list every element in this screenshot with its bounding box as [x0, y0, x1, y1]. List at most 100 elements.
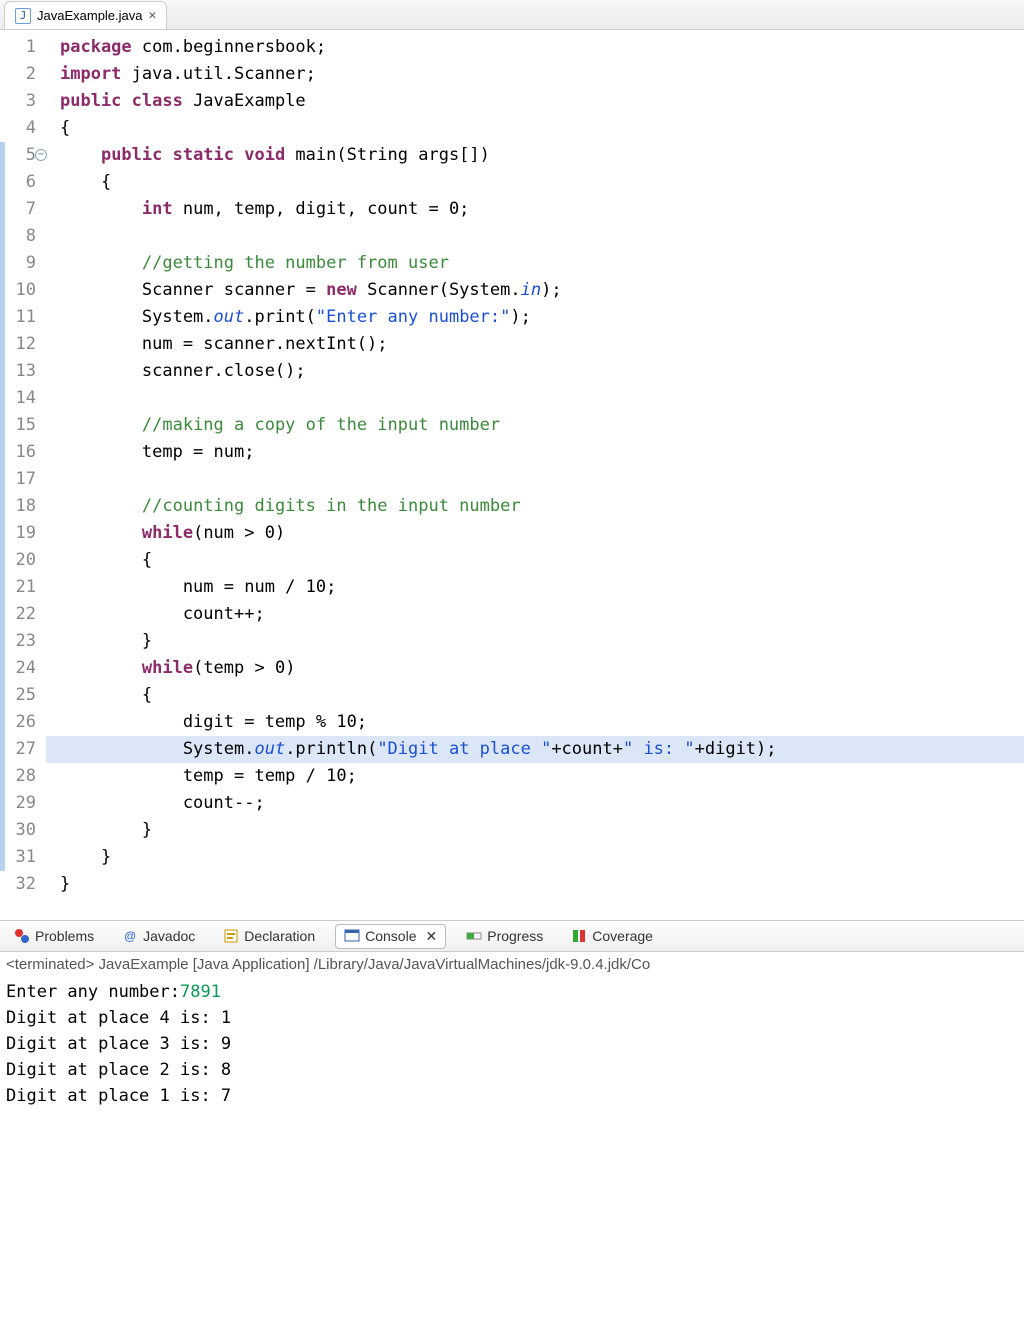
tab-javadoc-label: Javadoc [143, 928, 195, 944]
line-number: 12 [0, 331, 36, 358]
line-number: 16 [0, 439, 36, 466]
close-console-icon[interactable]: ✕ [426, 928, 438, 945]
console-line: Digit at place 1 is: 7 [6, 1083, 1018, 1109]
progress-icon [466, 928, 482, 944]
code-content[interactable]: package com.beginnersbook;import java.ut… [46, 34, 1024, 898]
console-line: Enter any number:7891 [6, 979, 1018, 1005]
tab-progress[interactable]: Progress [458, 925, 551, 947]
declaration-icon [223, 928, 239, 944]
line-number: 20 [0, 547, 36, 574]
line-number: 32 [0, 871, 36, 898]
line-number: 17 [0, 466, 36, 493]
console-prompt: Enter any number: [6, 982, 180, 1002]
tab-javadoc[interactable]: @ Javadoc [114, 925, 203, 947]
code-line[interactable]: public static void main(String args[]) [46, 142, 1024, 169]
code-line[interactable]: } [46, 871, 1024, 898]
tab-console[interactable]: Console ✕ [335, 924, 446, 949]
tab-declaration-label: Declaration [244, 928, 315, 944]
code-line[interactable]: public class JavaExample [46, 88, 1024, 115]
line-number: 15 [0, 412, 36, 439]
code-line[interactable]: //making a copy of the input number [46, 412, 1024, 439]
code-line[interactable]: { [46, 115, 1024, 142]
tab-coverage[interactable]: Coverage [563, 925, 661, 947]
line-number: 30 [0, 817, 36, 844]
line-number-gutter: 12345−6789101112131415161718192021222324… [0, 34, 46, 898]
line-number: 8 [0, 223, 36, 250]
javadoc-icon: @ [122, 928, 138, 944]
tab-progress-label: Progress [487, 928, 543, 944]
console-line: Digit at place 3 is: 9 [6, 1031, 1018, 1057]
line-number: 27 [0, 736, 36, 763]
code-line[interactable]: import java.util.Scanner; [46, 61, 1024, 88]
code-line[interactable]: temp = temp / 10; [46, 763, 1024, 790]
code-line[interactable]: while(num > 0) [46, 520, 1024, 547]
line-number: 1 [0, 34, 36, 61]
editor-tab-bar: J JavaExample.java ✕ [0, 0, 1024, 30]
line-number: 21 [0, 574, 36, 601]
editor-tab-javaexample[interactable]: J JavaExample.java ✕ [4, 1, 167, 29]
tab-problems-label: Problems [35, 928, 94, 944]
code-line[interactable]: //getting the number from user [46, 250, 1024, 277]
code-line[interactable]: count--; [46, 790, 1024, 817]
tab-console-label: Console [365, 928, 416, 944]
console-output[interactable]: Enter any number:7891 Digit at place 4 i… [0, 977, 1024, 1111]
code-line[interactable]: package com.beginnersbook; [46, 34, 1024, 61]
code-line[interactable]: { [46, 682, 1024, 709]
code-editor[interactable]: 12345−6789101112131415161718192021222324… [0, 30, 1024, 898]
console-line: Digit at place 4 is: 1 [6, 1005, 1018, 1031]
code-line[interactable]: Scanner scanner = new Scanner(System.in)… [46, 277, 1024, 304]
fold-toggle-icon[interactable]: − [35, 149, 47, 161]
code-line[interactable] [46, 223, 1024, 250]
line-number: 19 [0, 520, 36, 547]
code-line[interactable]: System.out.print("Enter any number:"); [46, 304, 1024, 331]
line-number: 29 [0, 790, 36, 817]
code-line[interactable]: System.out.println("Digit at place "+cou… [46, 736, 1024, 763]
code-line[interactable]: scanner.close(); [46, 358, 1024, 385]
tab-filename: JavaExample.java [37, 8, 143, 23]
line-number: 5− [0, 142, 36, 169]
problems-icon [14, 928, 30, 944]
line-number: 6 [0, 169, 36, 196]
code-line[interactable]: digit = temp % 10; [46, 709, 1024, 736]
line-number: 31 [0, 844, 36, 871]
code-line[interactable]: } [46, 817, 1024, 844]
java-file-icon: J [15, 8, 31, 24]
code-line[interactable]: num = num / 10; [46, 574, 1024, 601]
code-line[interactable] [46, 385, 1024, 412]
line-number: 24 [0, 655, 36, 682]
line-number: 3 [0, 88, 36, 115]
line-number: 25 [0, 682, 36, 709]
code-line[interactable]: temp = num; [46, 439, 1024, 466]
line-number: 10 [0, 277, 36, 304]
console-user-input: 7891 [180, 982, 221, 1002]
tab-problems[interactable]: Problems [6, 925, 102, 947]
console-status-line: <terminated> JavaExample [Java Applicati… [0, 952, 1024, 977]
code-line[interactable] [46, 466, 1024, 493]
code-line[interactable]: { [46, 169, 1024, 196]
line-number: 18 [0, 493, 36, 520]
code-line[interactable]: } [46, 844, 1024, 871]
line-number: 11 [0, 304, 36, 331]
coverage-icon [571, 928, 587, 944]
code-line[interactable]: int num, temp, digit, count = 0; [46, 196, 1024, 223]
line-number: 2 [0, 61, 36, 88]
code-line[interactable]: } [46, 628, 1024, 655]
line-number: 9 [0, 250, 36, 277]
line-number: 28 [0, 763, 36, 790]
line-number: 4 [0, 115, 36, 142]
code-line[interactable]: //counting digits in the input number [46, 493, 1024, 520]
line-number: 7 [0, 196, 36, 223]
line-number: 22 [0, 601, 36, 628]
line-number: 13 [0, 358, 36, 385]
line-number: 14 [0, 385, 36, 412]
console-icon [344, 928, 360, 944]
code-line[interactable]: count++; [46, 601, 1024, 628]
close-tab-icon[interactable]: ✕ [149, 8, 157, 23]
code-line[interactable]: { [46, 547, 1024, 574]
code-line[interactable]: num = scanner.nextInt(); [46, 331, 1024, 358]
line-number: 23 [0, 628, 36, 655]
tab-coverage-label: Coverage [592, 928, 653, 944]
tab-declaration[interactable]: Declaration [215, 925, 323, 947]
code-line[interactable]: while(temp > 0) [46, 655, 1024, 682]
line-number: 26 [0, 709, 36, 736]
